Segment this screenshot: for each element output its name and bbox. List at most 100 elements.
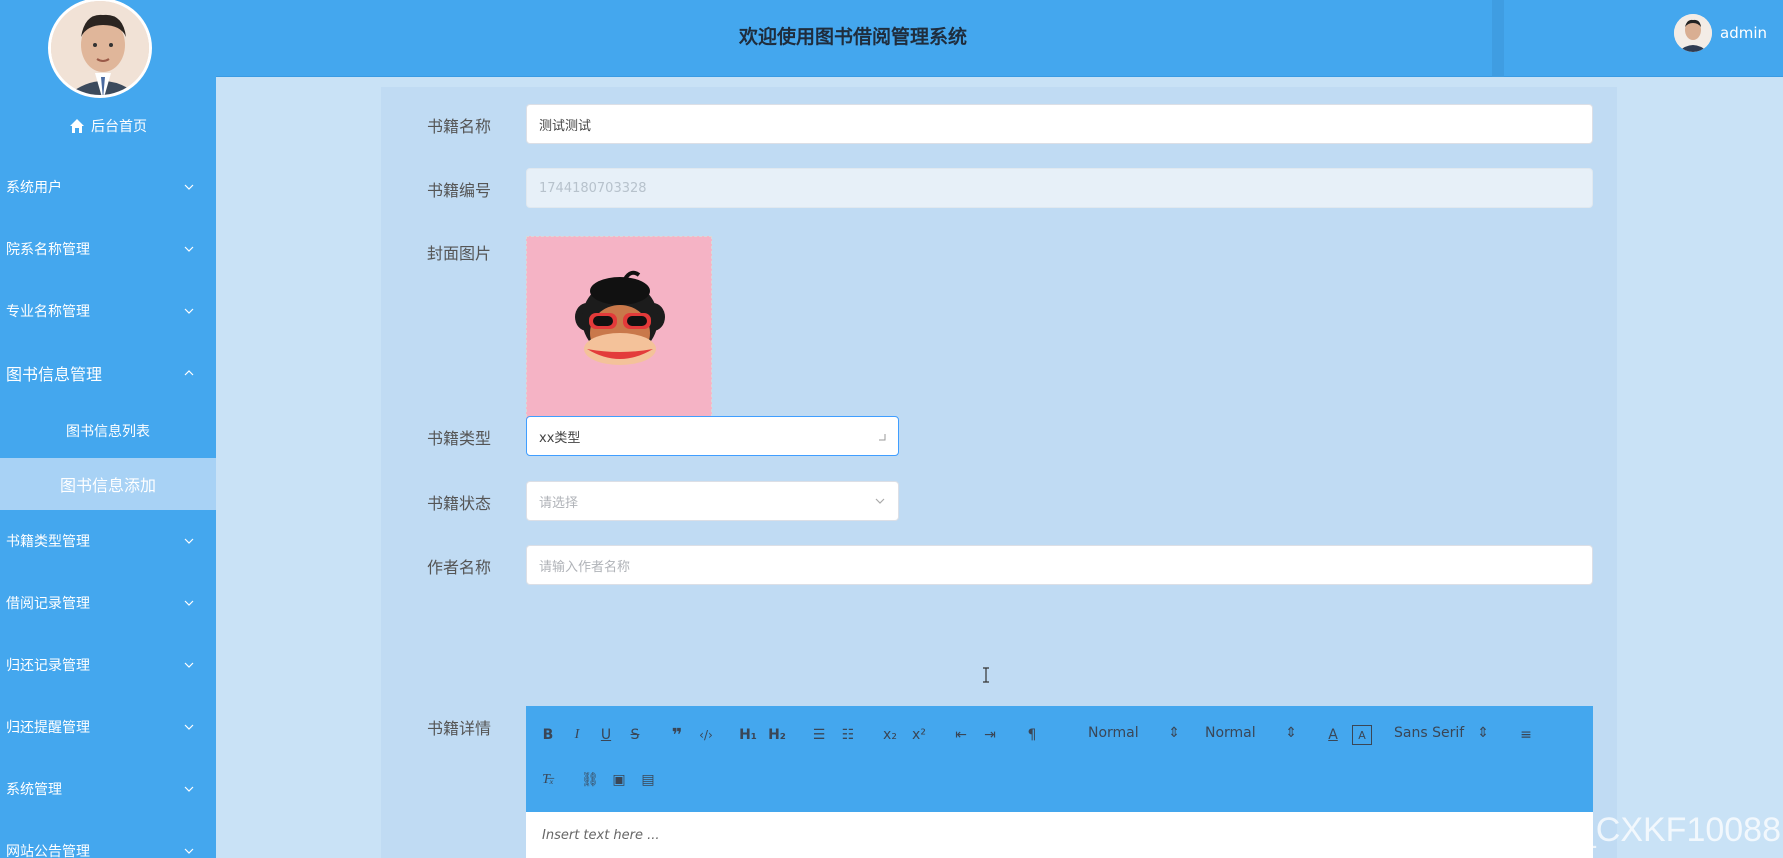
bullet-list-icon[interactable]: ☷ [838,725,858,745]
header-divider [1492,0,1504,77]
superscript-icon[interactable]: x² [909,725,929,745]
image-icon[interactable]: ▣ [609,770,629,790]
bold-icon[interactable]: B [538,725,558,745]
sidebar-item-book-types[interactable]: 书籍类型管理 [0,510,216,572]
underline-icon[interactable]: U [596,725,616,745]
sidebar-item-label: 归还提醒管理 [6,720,90,736]
chevron-down-icon [184,848,194,854]
cover-image-upload[interactable] [526,236,712,422]
resize-handle-icon [879,434,886,441]
sidebar-item-label: 网站公告管理 [6,844,90,858]
sidebar-item-label: 借阅记录管理 [6,596,90,612]
user-menu[interactable]: admin [1674,14,1767,52]
main-content: 书籍名称 测试测试 书籍编号 1744180703328 封面图片 书籍类型 x… [216,77,1783,858]
book-name-value: 测试测试 [539,118,592,134]
book-status-placeholder: 请选择 [539,495,579,511]
sidebar-item-return-records[interactable]: 归还记录管理 [0,634,216,696]
details-label: 书籍详情 [426,719,491,738]
sidebar-item-users[interactable]: 系统用户 [0,156,216,218]
chevron-down-icon [184,786,194,792]
book-no-value: 1744180703328 [539,180,647,196]
sidebar-item-label: 系统管理 [6,782,62,798]
background-color-icon[interactable]: A [1352,725,1372,745]
sidebar-item-system[interactable]: 系统管理 [0,758,216,820]
sidebar-item-departments[interactable]: 院系名称管理 [0,218,216,280]
header-select-label: Normal [1088,725,1139,741]
heading-2-icon[interactable]: H₂ [767,725,787,745]
subscript-icon[interactable]: x₂ [880,725,900,745]
font-select[interactable]: Sans Serif ⇕ [1394,725,1489,741]
chevron-down-icon [184,184,194,190]
sidebar-item-majors[interactable]: 专业名称管理 [0,280,216,342]
sidebar-item-borrow-records[interactable]: 借阅记录管理 [0,572,216,634]
sidebar-item-label: 书籍类型管理 [6,534,90,550]
sidebar-item-book-info[interactable]: 图书信息管理 [0,342,216,404]
chevron-down-icon [184,662,194,668]
clear-format-icon[interactable]: T̶ₓ [538,770,558,790]
heading-1-icon[interactable]: H₁ [738,725,758,745]
outdent-icon[interactable]: ⇤ [951,725,971,745]
sidebar-item-label: 院系名称管理 [6,242,90,258]
text-direction-icon[interactable]: ¶ [1022,725,1042,745]
link-icon[interactable]: ⛓ [580,770,600,790]
sidebar-item-announcements[interactable]: 网站公告管理 [0,820,216,858]
video-icon[interactable]: ▤ [638,770,658,790]
size-select-label: Normal [1205,725,1256,741]
size-select[interactable]: Normal ⇕ [1205,725,1297,741]
chevron-up-icon [184,370,194,376]
chevron-down-icon [875,498,885,504]
avatar [1674,14,1712,52]
chevron-down-icon [184,308,194,314]
top-header: 欢迎使用图书借阅管理系统 admin [216,0,1783,77]
select-arrow-icon: ⇕ [1168,725,1180,741]
profile-avatar [48,0,152,98]
font-select-label: Sans Serif [1394,725,1465,741]
sidebar-item-label: 图书信息管理 [6,365,103,384]
chevron-down-icon [184,538,194,544]
sidebar-item-return-reminders[interactable]: 归还提醒管理 [0,696,216,758]
form-panel: 书籍名称 测试测试 书籍编号 1744180703328 封面图片 书籍类型 x… [381,87,1617,858]
sidebar-menu: 系统用户 院系名称管理 专业名称管理 图书信息管理 图书信息列表 图书信息添加 … [0,156,216,858]
cover-label: 封面图片 [426,244,491,263]
blockquote-icon[interactable]: ❞ [667,725,687,746]
indent-icon[interactable]: ⇥ [980,725,1000,745]
author-input[interactable]: 请输入作者名称 [526,545,1593,585]
sidebar-subitem-label: 图书信息列表 [66,424,150,440]
editor-placeholder: Insert text here ... [542,828,660,843]
sidebar-item-label: 系统用户 [6,180,62,196]
book-name-input[interactable]: 测试测试 [526,104,1593,144]
select-arrow-icon: ⇕ [1477,725,1489,741]
sidebar-subitem-label: 图书信息添加 [59,476,156,495]
home-icon [70,119,84,133]
ordered-list-icon[interactable]: ☰ [809,725,829,745]
book-type-input[interactable]: xx类型 [526,416,899,456]
book-type-label: 书籍类型 [426,429,491,448]
author-label: 作者名称 [426,558,491,577]
home-link[interactable]: 后台首页 [0,114,216,138]
book-no-input: 1744180703328 [526,168,1593,208]
book-status-label: 书籍状态 [426,494,491,513]
watermark: CSDN @vx_CXKF10088 [1402,811,1781,849]
header-select[interactable]: Normal ⇕ [1088,725,1180,741]
sidebar-subitem-book-list[interactable]: 图书信息列表 [0,404,216,458]
username: admin [1720,24,1767,42]
sidebar-item-label: 专业名称管理 [6,304,90,320]
text-cursor-icon [983,667,989,683]
chevron-down-icon [184,724,194,730]
home-label: 后台首页 [91,119,147,135]
monkey-cover-image [527,237,711,421]
book-status-select[interactable]: 请选择 [526,481,899,521]
align-icon[interactable]: ≡ [1516,725,1536,745]
font-color-icon[interactable]: A [1323,725,1343,745]
italic-icon[interactable]: I [567,725,587,745]
sidebar-subitem-book-add[interactable]: 图书信息添加 [0,458,216,510]
strikethrough-icon[interactable]: S [625,725,645,745]
book-no-label: 书籍编号 [426,181,491,200]
book-name-label: 书籍名称 [426,117,491,136]
code-block-icon[interactable]: ‹/› [696,725,716,745]
author-placeholder: 请输入作者名称 [539,559,631,575]
editor-toolbar: B I U S ❞ ‹/› H₁ H₂ ☰ ☷ x₂ x² ⇤ ⇥ ¶ Norm… [526,706,1593,812]
sidebar: 后台首页 系统用户 院系名称管理 专业名称管理 图书信息管理 图书信息列表 图书… [0,0,216,858]
chevron-down-icon [184,246,194,252]
chevron-down-icon [184,600,194,606]
